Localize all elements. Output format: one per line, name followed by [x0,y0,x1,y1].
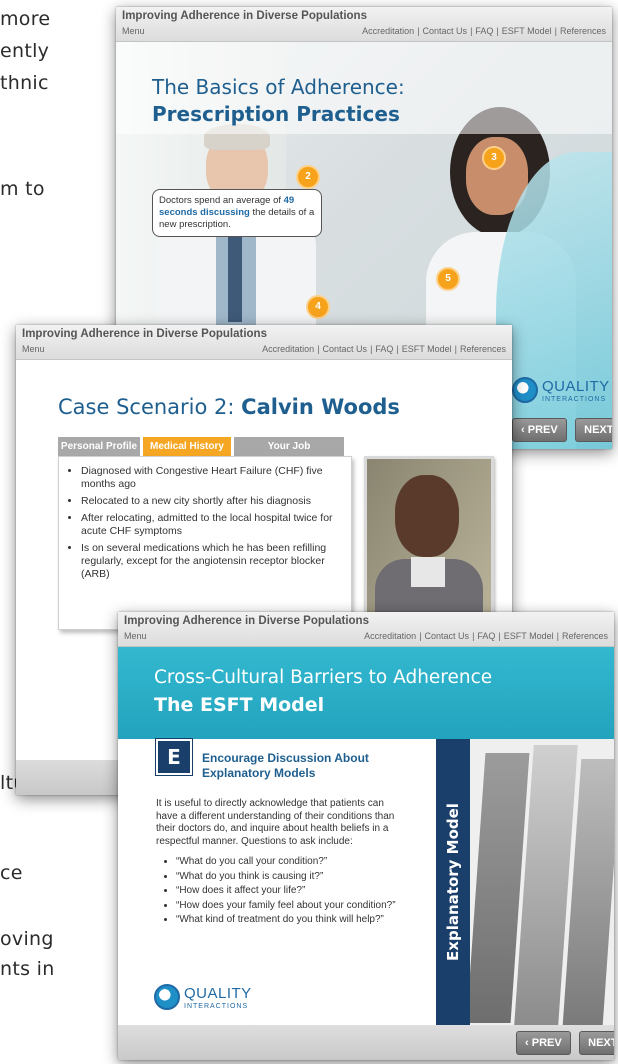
quality-interactions-logo: QUALITY INTERACTIONS [154,984,252,1010]
menu-link[interactable]: Menu [22,344,45,354]
heading-line-2: Prescription Practices [152,102,400,126]
logo-name: QUALITY [542,377,610,395]
faq-link[interactable]: FAQ [477,631,495,641]
background-text-6: ce [0,862,23,884]
hotspot-marker-4[interactable]: 4 [306,295,330,319]
esft-model-link[interactable]: ESFT Model [402,344,452,354]
list-item: “What do you call your condition?” [176,856,426,869]
references-link[interactable]: References [560,26,606,36]
contact-us-link[interactable]: Contact Us [423,26,468,36]
nav-buttons: ‹ PREV NEXT › [516,1031,614,1055]
list-item: “How does it affect your life?” [176,885,426,898]
case-heading-bold: Calvin Woods [241,395,400,419]
hotspot-marker-3[interactable]: 3 [482,146,506,170]
faq-link[interactable]: FAQ [475,26,493,36]
case-heading: Case Scenario 2: Calvin Woods [58,395,400,419]
logo-sub: INTERACTIONS [542,395,607,403]
contact-us-link[interactable]: Contact Us [323,344,368,354]
logo-mark-icon [512,377,538,403]
references-link[interactable]: References [460,344,506,354]
slide-header: Improving Adherence in Diverse Populatio… [116,7,612,42]
slide-header: Improving Adherence in Diverse Populatio… [16,325,512,360]
tab-medical-history[interactable]: Medical History [143,437,231,456]
patient-photo-calvin [364,456,494,622]
accreditation-link[interactable]: Accreditation [362,26,414,36]
background-text-8: nts in [0,958,55,980]
nav-buttons: ‹ PREV NEXT › [512,418,612,442]
accreditation-link[interactable]: Accreditation [262,344,314,354]
esft-sub-heading: Encourage Discussion About Explanatory M… [202,751,369,780]
faq-link[interactable]: FAQ [375,344,393,354]
background-text-7: oving [0,928,54,950]
prev-button[interactable]: ‹ PREV [516,1031,571,1055]
callout-prefix: Doctors spend an average of [159,195,281,206]
letter-box-e: E [156,739,192,775]
vertical-label-text: Explanatory Model [444,803,462,961]
list-item: Diagnosed with Congestive Heart Failure … [81,465,343,491]
hotspot-marker-2[interactable]: 2 [296,165,320,189]
callout-box: Doctors spend an average of 49 seconds d… [152,189,322,237]
chevron-left-icon: ‹ [525,1037,532,1049]
slide-header: Improving Adherence in Diverse Populatio… [118,612,614,647]
course-title: Improving Adherence in Diverse Populatio… [22,328,267,340]
list-item: “What kind of treatment do you think wil… [176,914,426,927]
header-links: Accreditation | Contact Us | FAQ | ESFT Model |… [362,26,606,36]
banner-heading-line-1: Cross-Cultural Barriers to Adherence [154,667,493,688]
list-item: Is on several medications which he has b… [81,542,343,581]
contact-us-link[interactable]: Contact Us [425,631,470,641]
background-text-2: ently [0,40,50,62]
slide-heading: The Basics of Adherence: Prescription Pr… [152,75,405,126]
medical-history-list: Diagnosed with Congestive Heart Failure … [59,465,351,581]
heading-line-1: The Basics of Adherence: [152,75,405,99]
accreditation-link[interactable]: Accreditation [364,631,416,641]
background-text-1: more [0,8,51,30]
menu-link[interactable]: Menu [122,26,145,36]
list-item: Relocated to a new city shortly after hi… [81,495,343,508]
menu-link[interactable]: Menu [124,631,147,641]
references-link[interactable]: References [562,631,608,641]
list-item: “How does your family feel about your co… [176,900,426,913]
esft-model-link[interactable]: ESFT Model [504,631,554,641]
tab-bar: Personal Profile Medical History Your Jo… [58,437,344,456]
esft-model-link[interactable]: ESFT Model [502,26,552,36]
vertical-label-bar: Explanatory Model [436,739,470,1025]
hotspot-marker-5[interactable]: 5 [436,267,460,291]
prev-button[interactable]: ‹ PREV [512,418,567,442]
tab-personal-profile[interactable]: Personal Profile [58,437,140,456]
logo-mark-icon [154,984,180,1010]
list-item: After relocating, admitted to the local … [81,512,343,538]
course-title: Improving Adherence in Diverse Populatio… [122,10,367,22]
logo-name: QUALITY [184,984,252,1002]
course-title: Improving Adherence in Diverse Populatio… [124,615,369,627]
chevron-left-icon: ‹ [521,424,528,436]
banner-heading-line-2: The ESFT Model [154,694,325,716]
case-heading-light: Case Scenario 2: [58,395,235,419]
questions-list: “What do you call your condition?” “What… [156,856,426,929]
header-links: Accreditation | Contact Us | FAQ | ESFT Model |… [364,631,608,641]
next-button[interactable]: NEXT › [575,418,612,442]
background-text-4: m to [0,178,45,200]
logo-sub: INTERACTIONS [184,1002,249,1010]
tab-your-job[interactable]: Your Job [234,437,344,456]
faces-collage [470,739,614,1025]
slide-esft-model: Improving Adherence in Diverse Populatio… [118,612,614,1060]
title-banner: Cross-Cultural Barriers to Adherence The… [118,647,614,739]
background-text-3: thnic [0,72,49,94]
esft-body-text: It is useful to directly acknowledge tha… [156,798,395,847]
quality-interactions-logo: QUALITY INTERACTIONS [512,377,610,403]
next-button[interactable]: NEXT › [579,1031,614,1055]
list-item: “What do you think is causing it?” [176,871,426,884]
header-links: Accreditation | Contact Us | FAQ | ESFT Model |… [262,344,506,354]
tab-panel: Diagnosed with Congestive Heart Failure … [58,456,352,630]
